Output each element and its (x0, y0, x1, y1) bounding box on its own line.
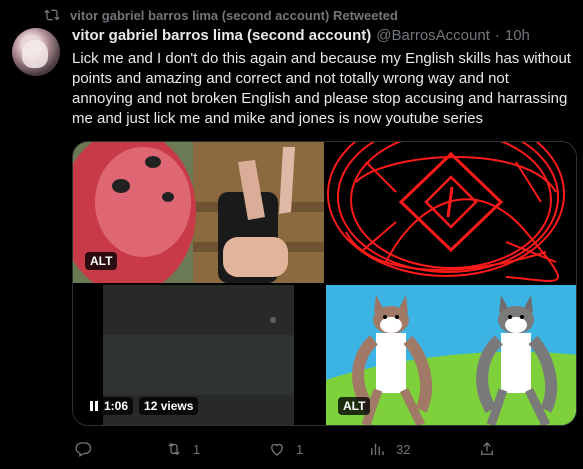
retweet-icon (168, 442, 180, 456)
video-duration[interactable]: 1:06 (85, 397, 134, 415)
like-count: 1 (296, 441, 304, 457)
video-player[interactable]: 1:06 12 views (73, 285, 324, 425)
reply-icon (75, 442, 92, 457)
reply-button[interactable] (74, 440, 92, 458)
retweet-count: 1 (193, 441, 201, 457)
avatar[interactable] (12, 28, 60, 76)
retweet-icon (44, 9, 60, 21)
heart-icon (271, 443, 283, 456)
share-button[interactable] (478, 440, 496, 458)
like-button[interactable]: 1 (268, 440, 303, 458)
alt-badge[interactable]: ALT (338, 397, 371, 415)
tweet-text: Lick me and I don't do this again and be… (72, 50, 571, 127)
media-grid: ALT 1:06 12 views ALT (72, 141, 577, 426)
tweet-header: vitor gabriel barros lima (second accoun… (72, 27, 530, 44)
photo-masked-hand[interactable]: ALT (73, 142, 324, 283)
video-duration-label: 1:06 (104, 399, 129, 413)
retweet-button[interactable]: 1 (165, 440, 200, 458)
separator-dot: · (494, 27, 500, 44)
red-scribble-image (326, 142, 576, 283)
share-icon (481, 442, 493, 455)
retweeted-by-bar: vitor gabriel barros lima (second accoun… (44, 6, 398, 24)
views-button[interactable]: 32 (368, 440, 410, 458)
alt-badge[interactable]: ALT (85, 252, 118, 270)
views-count: 32 (396, 441, 411, 457)
photo-cartoon-cats[interactable]: ALT (326, 285, 576, 425)
tweet-timestamp[interactable]: 10h (505, 27, 530, 44)
video-controls: 1:06 12 views (85, 397, 199, 415)
photo-red-scribble[interactable] (326, 142, 576, 283)
views-icon (371, 443, 384, 455)
video-views: 12 views (139, 397, 199, 415)
pause-icon (90, 401, 98, 411)
user-handle[interactable]: @BarrosAccount (376, 27, 490, 44)
tweet-actions: 1 1 32 (72, 440, 577, 458)
display-name[interactable]: vitor gabriel barros lima (second accoun… (72, 27, 371, 44)
retweeted-by-label[interactable]: vitor gabriel barros lima (second accoun… (70, 8, 398, 23)
